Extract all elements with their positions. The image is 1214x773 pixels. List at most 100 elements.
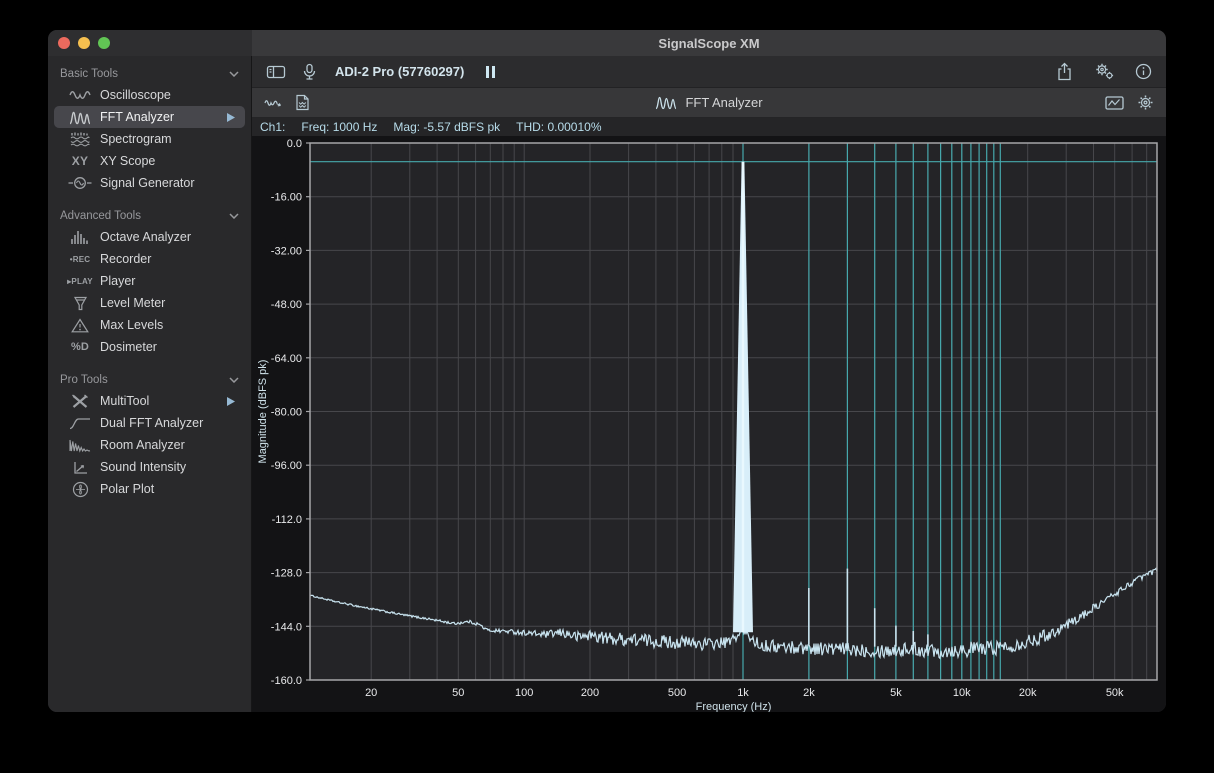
sidebar-item-label: Dosimeter (100, 340, 235, 354)
sidebar-item-dual-fft-analyzer[interactable]: Dual FFT Analyzer (54, 412, 245, 434)
info-icon (1135, 63, 1152, 80)
multitool-icon (66, 394, 94, 409)
readout-magnitude: Mag: -5.57 dBFS pk (393, 120, 500, 134)
spectrogram-icon (66, 132, 94, 147)
sidebar-item-signal-generator[interactable]: Signal Generator (54, 172, 245, 194)
svg-text:-160.0: -160.0 (271, 675, 302, 687)
svg-text:20: 20 (365, 687, 377, 699)
snapshot-button[interactable] (295, 94, 310, 111)
sidebar-item-label: Player (100, 274, 235, 288)
svg-text:0.0: 0.0 (287, 138, 302, 150)
detach-arrow-icon[interactable] (227, 397, 235, 406)
chevron-down-icon (229, 377, 239, 383)
level-meter-icon (66, 296, 94, 311)
fft-plot[interactable]: 0.0-16.00-32.00-48.00-64.00-80.00-96.00-… (252, 136, 1166, 712)
titlebar: SignalScope XM (48, 30, 1166, 56)
svg-text:-96.00: -96.00 (271, 460, 302, 472)
section-header-pro-tools[interactable]: Pro Tools (48, 370, 251, 390)
main-toolbar: ADI-2 Pro (57760297) (252, 56, 1166, 88)
signal-source-button[interactable] (264, 95, 283, 110)
svg-text:500: 500 (668, 687, 686, 699)
window-title: SignalScope XM (658, 36, 759, 51)
pause-button[interactable] (486, 66, 495, 78)
tool-title: FFT Analyzer (685, 95, 762, 110)
titlebar-main[interactable]: SignalScope XM (252, 30, 1166, 56)
gears-icon (1093, 62, 1115, 81)
device-label[interactable]: ADI-2 Pro (57760297) (335, 64, 464, 79)
signal-out-icon (264, 95, 283, 110)
readout-thd: THD: 0.00010% (516, 120, 601, 134)
detach-arrow-icon[interactable] (227, 113, 235, 122)
section-label: Advanced Tools (60, 210, 229, 222)
svg-text:-112.0: -112.0 (272, 514, 302, 526)
chevron-down-icon (229, 213, 239, 219)
svg-text:-32.00: -32.00 (271, 245, 302, 257)
svg-text:-48.00: -48.00 (271, 299, 302, 311)
app-window: SignalScope XM Basic ToolsOscilloscope FF… (48, 30, 1166, 712)
svg-text:-80.00: -80.00 (271, 407, 302, 419)
svg-text:20k: 20k (1019, 687, 1037, 699)
player-icon: ▸PLAY (66, 277, 94, 286)
tool-header: FFT Analyzer (252, 88, 1166, 118)
sidebar-item-label: MultiTool (100, 394, 227, 408)
sidebar-item-oscilloscope[interactable]: Oscilloscope (54, 84, 245, 106)
sidebar-item-room-analyzer[interactable]: Room Analyzer (54, 434, 245, 456)
sidebar-item-fft-analyzer[interactable]: FFT Analyzer (54, 106, 245, 128)
svg-text:10k: 10k (953, 687, 971, 699)
sidebar-item-label: FFT Analyzer (100, 110, 227, 124)
section-header-basic-tools[interactable]: Basic Tools (48, 64, 251, 84)
sidebar-toggle-button[interactable] (266, 64, 286, 80)
dual-fft-icon (66, 417, 94, 430)
sidebar-item-label: Recorder (100, 252, 235, 266)
sidebar-item-spectrogram[interactable]: Spectrogram (54, 128, 245, 150)
sidebar-item-label: Spectrogram (100, 132, 235, 146)
plot-region: 0.0-16.00-32.00-48.00-64.00-80.00-96.00-… (252, 136, 1166, 712)
info-button[interactable] (1135, 63, 1152, 80)
sidebar-item-label: Sound Intensity (100, 460, 235, 474)
sidebar-item-polar-plot[interactable]: Polar Plot (54, 478, 245, 500)
sidebar-item-max-levels[interactable]: Max Levels (54, 314, 245, 336)
readout-frequency: Freq: 1000 Hz (301, 120, 377, 134)
sidebar-item-player[interactable]: ▸PLAY Player (54, 270, 245, 292)
section-header-advanced-tools[interactable]: Advanced Tools (48, 206, 251, 226)
share-button[interactable] (1056, 62, 1073, 81)
sidebar-item-label: Octave Analyzer (100, 230, 235, 244)
share-icon (1056, 62, 1073, 81)
svg-text:200: 200 (581, 687, 599, 699)
sidebar-item-xy-scope[interactable]: XY XY Scope (54, 150, 245, 172)
sidebar-item-level-meter[interactable]: Level Meter (54, 292, 245, 314)
sidebar-item-label: XY Scope (100, 154, 235, 168)
sidebar-item-recorder[interactable]: •REC Recorder (54, 248, 245, 270)
svg-text:5k: 5k (890, 687, 902, 699)
zoom-window-button[interactable] (98, 37, 110, 49)
recorder-icon: •REC (66, 255, 94, 264)
sidebar-item-label: Polar Plot (100, 482, 235, 496)
sidebar-item-octave-analyzer[interactable]: Octave Analyzer (54, 226, 245, 248)
svg-text:-64.00: -64.00 (271, 353, 302, 365)
sidebar-item-label: Level Meter (100, 296, 235, 310)
snapshot-file-icon (295, 94, 310, 111)
chevron-down-icon (229, 71, 239, 77)
room-analyzer-icon (66, 438, 94, 453)
svg-text:-144.0: -144.0 (271, 621, 302, 633)
y-axis-title: Magnitude (dBFS pk) (257, 360, 269, 464)
sidebar-item-sound-intensity[interactable]: Sound Intensity (54, 456, 245, 478)
sidebar-item-multitool[interactable]: MultiTool (54, 390, 245, 412)
svg-text:50: 50 (452, 687, 464, 699)
sidebar-item-label: Signal Generator (100, 176, 235, 190)
input-source-button[interactable] (302, 63, 317, 81)
display-options-button[interactable] (1105, 95, 1125, 111)
close-window-button[interactable] (58, 37, 70, 49)
minimize-window-button[interactable] (78, 37, 90, 49)
sidebar-item-label: Dual FFT Analyzer (100, 416, 235, 430)
sidebar-toggle-icon (266, 64, 286, 80)
xy-scope-icon: XY (66, 154, 94, 168)
readout-channel: Ch1: (260, 120, 285, 134)
svg-text:50k: 50k (1106, 687, 1124, 699)
svg-text:2k: 2k (803, 687, 815, 699)
analyzer-settings-button[interactable] (1137, 94, 1154, 111)
polar-plot-icon (66, 481, 94, 498)
sidebar-item-dosimeter[interactable]: %DDosimeter (54, 336, 245, 358)
tool-settings-button[interactable] (1093, 62, 1115, 81)
oscilloscope-icon (66, 88, 94, 102)
